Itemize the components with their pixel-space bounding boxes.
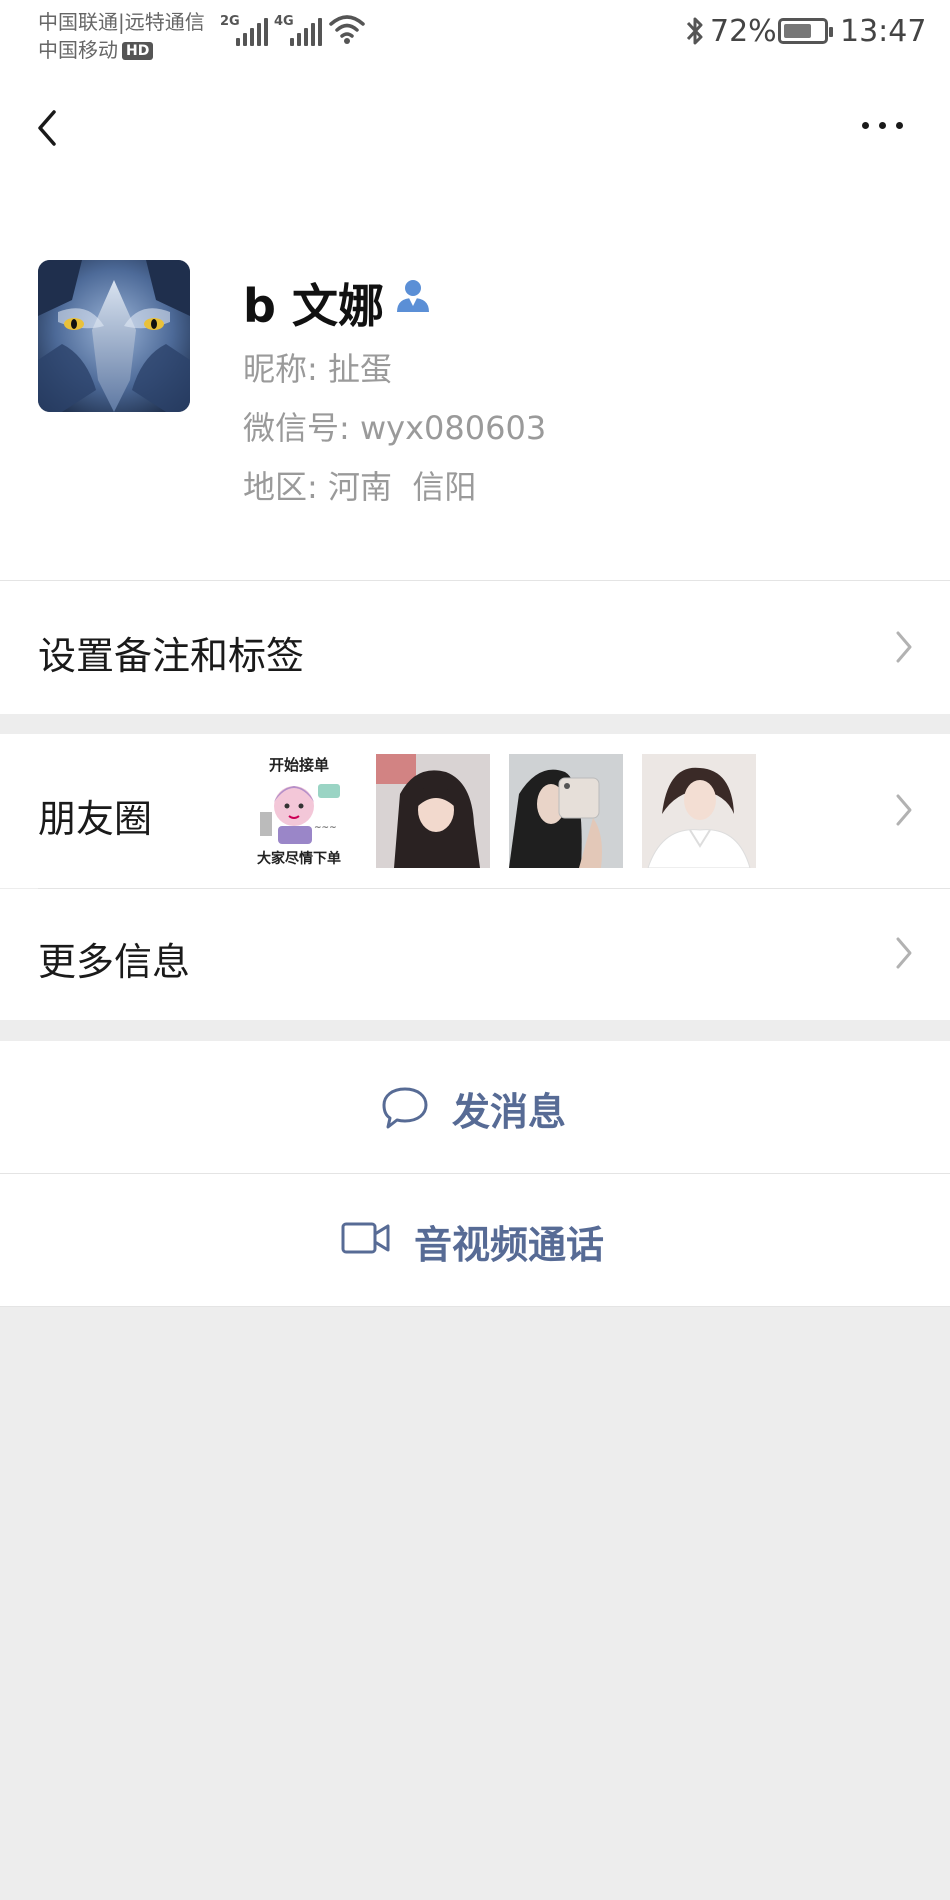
wechat-id-label: 微信号: — [243, 409, 350, 447]
chevron-right-icon — [896, 631, 912, 663]
region-row: 地区: 河南 信阳 — [243, 462, 476, 508]
chat-bubble-icon — [382, 1087, 428, 1129]
moments-thumbnail-1: 开始接单 ~~~ 大家尽情下单 — [242, 754, 356, 868]
nickname-value: 扯蛋 — [327, 350, 392, 388]
video-camera-icon — [341, 1222, 390, 1254]
moments-cell[interactable]: 朋友圈 开始接单 ~~~ 大家尽情下单 — [0, 734, 950, 888]
carrier-line-1: 中国联通|远特通信 — [38, 10, 205, 34]
carrier-line-2: 中国移动 HD — [38, 34, 154, 63]
send-message-button[interactable]: 发消息 — [0, 1041, 950, 1173]
status-bar: 中国联通|远特通信 中国移动 HD 2G 4G 72% 13:47 — [0, 0, 950, 66]
contact-person-icon — [394, 276, 432, 314]
thumbnail-1-bottom-text: 大家尽情下单 — [257, 851, 341, 867]
profile-header: b 文娜 昵称: 扯蛋 微信号: wyx080603 地区: 河南 信阳 — [0, 186, 950, 580]
nickname-label: 昵称: — [243, 350, 318, 388]
white-shirt-photo-image — [642, 754, 756, 868]
photo-portrait-image — [376, 754, 490, 868]
display-name: b 文娜 — [243, 279, 384, 333]
moments-thumbnail-3 — [509, 754, 623, 868]
battery-percent: 72% — [710, 14, 777, 49]
chevron-right-icon — [896, 937, 912, 969]
mirror-selfie-image — [509, 754, 623, 868]
nav-bar — [0, 66, 950, 186]
back-button[interactable] — [28, 96, 68, 156]
avatar[interactable] — [38, 260, 190, 412]
moments-thumbnail-2 — [376, 754, 490, 868]
svg-text:~~~: ~~~ — [314, 823, 337, 833]
moments-label: 朋友圈 — [38, 797, 153, 841]
wechat-id-row: 微信号: wyx080603 — [243, 403, 546, 449]
moments-thumbnail-4 — [642, 754, 756, 868]
battery-fill — [784, 24, 811, 38]
status-clock: 13:47 — [840, 14, 927, 49]
set-remark-and-tags-label: 设置备注和标签 — [38, 634, 305, 678]
wechat-id-value[interactable]: wyx080603 — [360, 409, 546, 447]
hd-badge: HD — [122, 42, 154, 60]
carrier-2-label: 中国移动 — [38, 38, 118, 62]
region-value: 河南 信阳 — [327, 468, 477, 506]
set-remark-and-tags-cell[interactable]: 设置备注和标签 — [0, 581, 950, 714]
more-dots-icon — [862, 122, 869, 129]
video-call-button[interactable]: 音视频通话 — [0, 1174, 950, 1306]
more-options-button[interactable] — [856, 106, 910, 146]
chevron-left-icon — [38, 110, 56, 146]
wifi-icon — [328, 12, 366, 50]
chevron-right-icon — [896, 794, 912, 826]
divider — [0, 1306, 950, 1307]
contact-profile-screen: 中国联通|远特通信 中国移动 HD 2G 4G 72% 13:47 b 文娜 昵… — [0, 0, 950, 1900]
more-info-cell[interactable]: 更多信息 — [0, 889, 950, 1020]
region-label: 地区: — [243, 468, 318, 506]
video-call-label: 音视频通话 — [414, 1223, 605, 1267]
battery-icon — [778, 18, 833, 44]
bluetooth-icon — [684, 14, 706, 52]
nickname-row: 昵称: 扯蛋 — [243, 344, 392, 390]
more-info-label: 更多信息 — [38, 940, 191, 984]
send-message-label: 发消息 — [452, 1090, 567, 1134]
wolf-avatar-image — [38, 260, 190, 412]
